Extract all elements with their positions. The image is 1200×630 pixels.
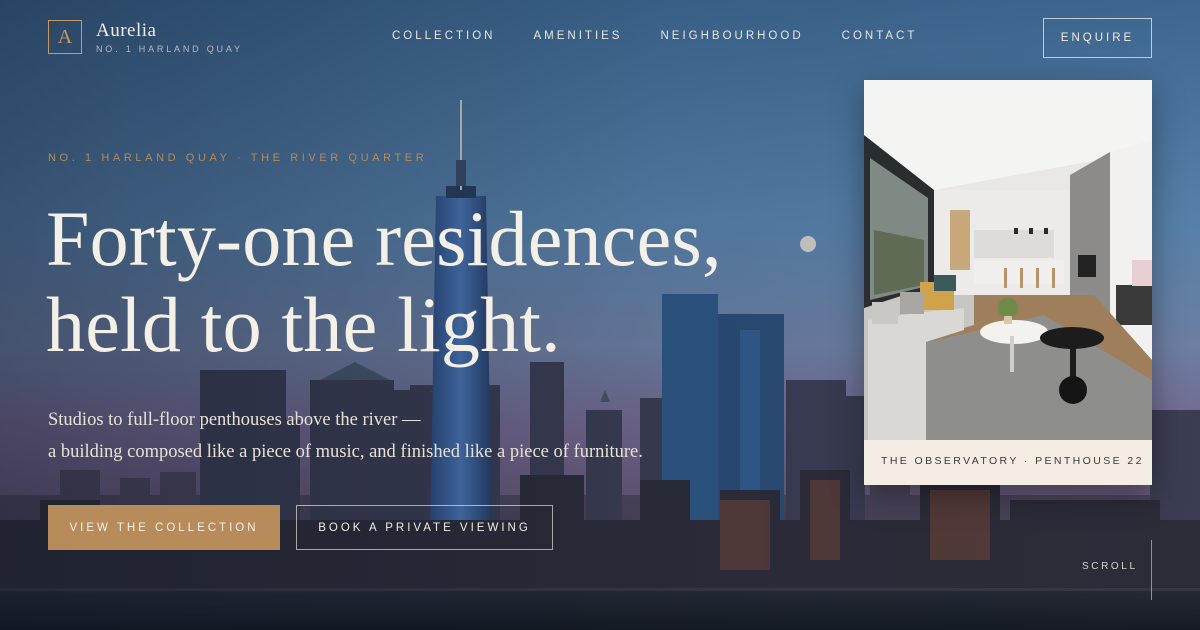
feature-card[interactable]: THE OBSERVATORY · PENTHOUSE 22 <box>864 80 1152 485</box>
scroll-indicator[interactable]: SCROLL <box>1082 561 1138 572</box>
brand-monogram: A <box>48 20 82 54</box>
main-nav: COLLECTION AMENITIES NEIGHBOURHOOD CONTA… <box>392 30 917 42</box>
hero-subcopy: Studios to full-floor penthouses above t… <box>48 404 643 468</box>
enquire-button[interactable]: ENQUIRE <box>1043 18 1152 58</box>
nav-item-amenities[interactable]: AMENITIES <box>534 30 623 42</box>
feature-card-caption: THE OBSERVATORY · PENTHOUSE 22 <box>881 455 1144 467</box>
brand-subtitle: NO. 1 HARLAND QUAY <box>96 44 243 54</box>
nav-item-collection[interactable]: COLLECTION <box>392 30 496 42</box>
book-viewing-button[interactable]: BOOK A PRIVATE VIEWING <box>296 505 553 550</box>
hero-eyebrow: NO. 1 HARLAND QUAY · THE RIVER QUARTER <box>48 152 428 164</box>
hero-headline: Forty-one residences, held to the light. <box>46 196 722 368</box>
brand-text: Aurelia NO. 1 HARLAND QUAY <box>96 20 243 54</box>
brand-name: Aurelia <box>96 20 157 41</box>
living-room-photo <box>864 80 1152 440</box>
headline-line-1: Forty-one residences, <box>46 195 722 282</box>
scroll-line <box>1151 540 1152 600</box>
subcopy-line-2: a building composed like a piece of musi… <box>48 442 643 462</box>
brand-logo[interactable]: A Aurelia NO. 1 HARLAND QUAY <box>48 20 243 54</box>
nav-item-neighbourhood[interactable]: NEIGHBOURHOOD <box>660 30 803 42</box>
headline-line-2: held to the light. <box>46 281 561 368</box>
nav-item-contact[interactable]: CONTACT <box>842 30 918 42</box>
view-collection-button[interactable]: VIEW THE COLLECTION <box>48 505 280 550</box>
subcopy-line-1: Studios to full-floor penthouses above t… <box>48 410 421 430</box>
